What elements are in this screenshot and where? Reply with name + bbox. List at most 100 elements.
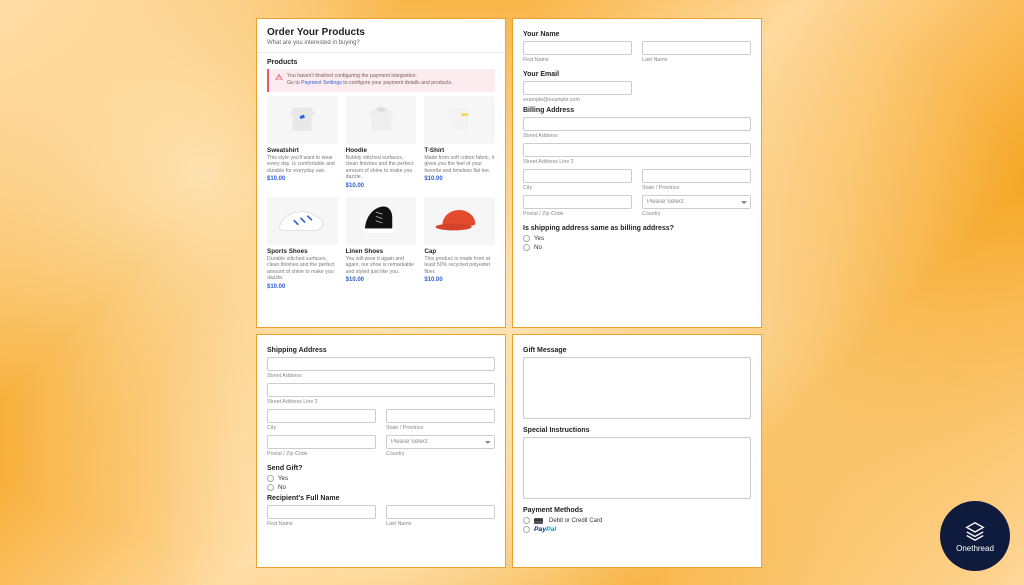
divider [257, 52, 505, 53]
brand-name: Onethread [956, 544, 994, 553]
recipient-name-label: Recipient's Full Name [267, 495, 495, 502]
radio-icon [523, 235, 530, 242]
page-subtitle: What are you interested in buying? [267, 40, 495, 46]
radio-icon [523, 526, 530, 533]
same-address-label: Is shipping address same as billing addr… [523, 225, 751, 232]
shipping-postal-helper: Postal / Zip Code [267, 451, 376, 457]
cap-icon [424, 197, 495, 245]
product-price: $10.00 [267, 176, 338, 182]
hoodie-icon [346, 96, 417, 144]
send-gift-label: Send Gift? [267, 465, 495, 472]
billing-street2-helper: Street Address Line 2 [523, 159, 751, 165]
pay-paypal-option[interactable]: PayPal [523, 526, 751, 533]
your-email-label: Your Email [523, 71, 751, 78]
same-no-option[interactable]: No [523, 244, 751, 251]
product-card: Linen ShoesYou will wear it again and ag… [346, 197, 417, 290]
credit-card-icon [534, 518, 543, 524]
same-no-label: No [534, 244, 542, 251]
radio-icon [523, 517, 530, 524]
shipping-street-helper: Street Address [267, 373, 495, 379]
billing-street-input[interactable] [523, 117, 751, 131]
onethread-icon [964, 520, 986, 542]
last-name-input[interactable] [642, 41, 751, 55]
same-yes-label: Yes [534, 235, 544, 242]
products-card: Order Your Products What are you interes… [256, 18, 506, 328]
product-card: HoodieBubbly stitched surfaces, clean fi… [346, 96, 417, 189]
product-card: Sports ShoesDurable stitched surfaces, c… [267, 197, 338, 290]
paypal-icon: PayPal [534, 526, 556, 533]
gift-no-option[interactable]: No [267, 484, 495, 491]
billing-postal-input[interactable] [523, 195, 632, 209]
product-name: Sweatshirt [267, 147, 338, 154]
product-card: CapThis product is made from at least 50… [424, 197, 495, 290]
linen-shoe-icon [346, 197, 417, 245]
billing-address-label: Billing Address [523, 107, 751, 114]
product-desc: Bubbly stitched surfaces, clean finishes… [346, 155, 417, 181]
warning-icon [275, 73, 283, 81]
product-price: $10.00 [424, 277, 495, 283]
shipping-address-label: Shipping Address [267, 347, 495, 354]
gift-message-input[interactable] [523, 357, 751, 419]
product-grid: SweatshirtThis style you'll want to wear… [267, 96, 495, 290]
last-name-helper: Last Name [642, 57, 751, 63]
shipping-street2-input[interactable] [267, 383, 495, 397]
same-yes-option[interactable]: Yes [523, 235, 751, 242]
billing-state-helper: State / Province [642, 185, 751, 191]
product-price: $10.00 [346, 277, 417, 283]
products-label: Products [267, 59, 495, 66]
tshirt-icon [424, 96, 495, 144]
billing-postal-helper: Postal / Zip Code [523, 211, 632, 217]
product-desc: This product is made from at least 50% r… [424, 256, 495, 276]
billing-city-helper: City [523, 185, 632, 191]
billing-country-select[interactable]: Please Select [642, 195, 751, 209]
shipping-country-select[interactable]: Please Select [386, 435, 495, 449]
product-price: $10.00 [424, 176, 495, 182]
pay-debit-label: Debit or Credit Card [549, 518, 602, 524]
shipping-city-input[interactable] [267, 409, 376, 423]
radio-icon [267, 484, 274, 491]
shipping-city-helper: City [267, 425, 376, 431]
shipping-state-input[interactable] [386, 409, 495, 423]
payment-methods-label: Payment Methods [523, 507, 751, 514]
billing-street2-input[interactable] [523, 143, 751, 157]
product-desc: Made from soft cotton fabric, it gives y… [424, 155, 495, 175]
gift-yes-label: Yes [278, 475, 288, 482]
product-name: Linen Shoes [346, 248, 417, 255]
messages-payment-card: Gift Message Special Instructions Paymen… [512, 334, 762, 568]
special-instructions-input[interactable] [523, 437, 751, 499]
shipping-card: Shipping Address Street Address Street A… [256, 334, 506, 568]
recipient-first-input[interactable] [267, 505, 376, 519]
shipping-street-input[interactable] [267, 357, 495, 371]
first-name-input[interactable] [523, 41, 632, 55]
product-desc: This style you'll want to wear every day… [267, 155, 338, 175]
payment-settings-link[interactable]: Payment Settings [301, 80, 342, 86]
shipping-country-helper: Country [386, 451, 495, 457]
billing-city-input[interactable] [523, 169, 632, 183]
product-desc: Durable stitched surfaces, clean finishe… [267, 256, 338, 282]
shipping-postal-input[interactable] [267, 435, 376, 449]
radio-icon [267, 475, 274, 482]
your-name-label: Your Name [523, 31, 751, 38]
billing-country-helper: Country [642, 211, 751, 217]
gift-message-label: Gift Message [523, 347, 751, 354]
product-card: SweatshirtThis style you'll want to wear… [267, 96, 338, 189]
product-card: T-ShirtMade from soft cotton fabric, it … [424, 96, 495, 189]
billing-state-input[interactable] [642, 169, 751, 183]
payment-alert: You haven't finished configuring the pay… [267, 69, 495, 92]
recipient-last-input[interactable] [386, 505, 495, 519]
product-price: $10.00 [267, 284, 338, 290]
email-input[interactable] [523, 81, 632, 95]
sweatshirt-icon [267, 96, 338, 144]
shipping-street2-helper: Street Address Line 2 [267, 399, 495, 405]
alert-line-1: You haven't finished configuring the pay… [287, 73, 453, 80]
gift-no-label: No [278, 484, 286, 491]
recipient-last-helper: Last Name [386, 521, 495, 527]
customer-info-card: Your Name First Name Last Name Your Emai… [512, 18, 762, 328]
product-name: Sports Shoes [267, 248, 338, 255]
product-name: Cap [424, 248, 495, 255]
alert-line-2: Go to Payment Settings to configure your… [287, 80, 453, 87]
special-instructions-label: Special Instructions [523, 427, 751, 434]
pay-debit-option[interactable]: Debit or Credit Card [523, 517, 751, 524]
product-name: Hoodie [346, 147, 417, 154]
gift-yes-option[interactable]: Yes [267, 475, 495, 482]
